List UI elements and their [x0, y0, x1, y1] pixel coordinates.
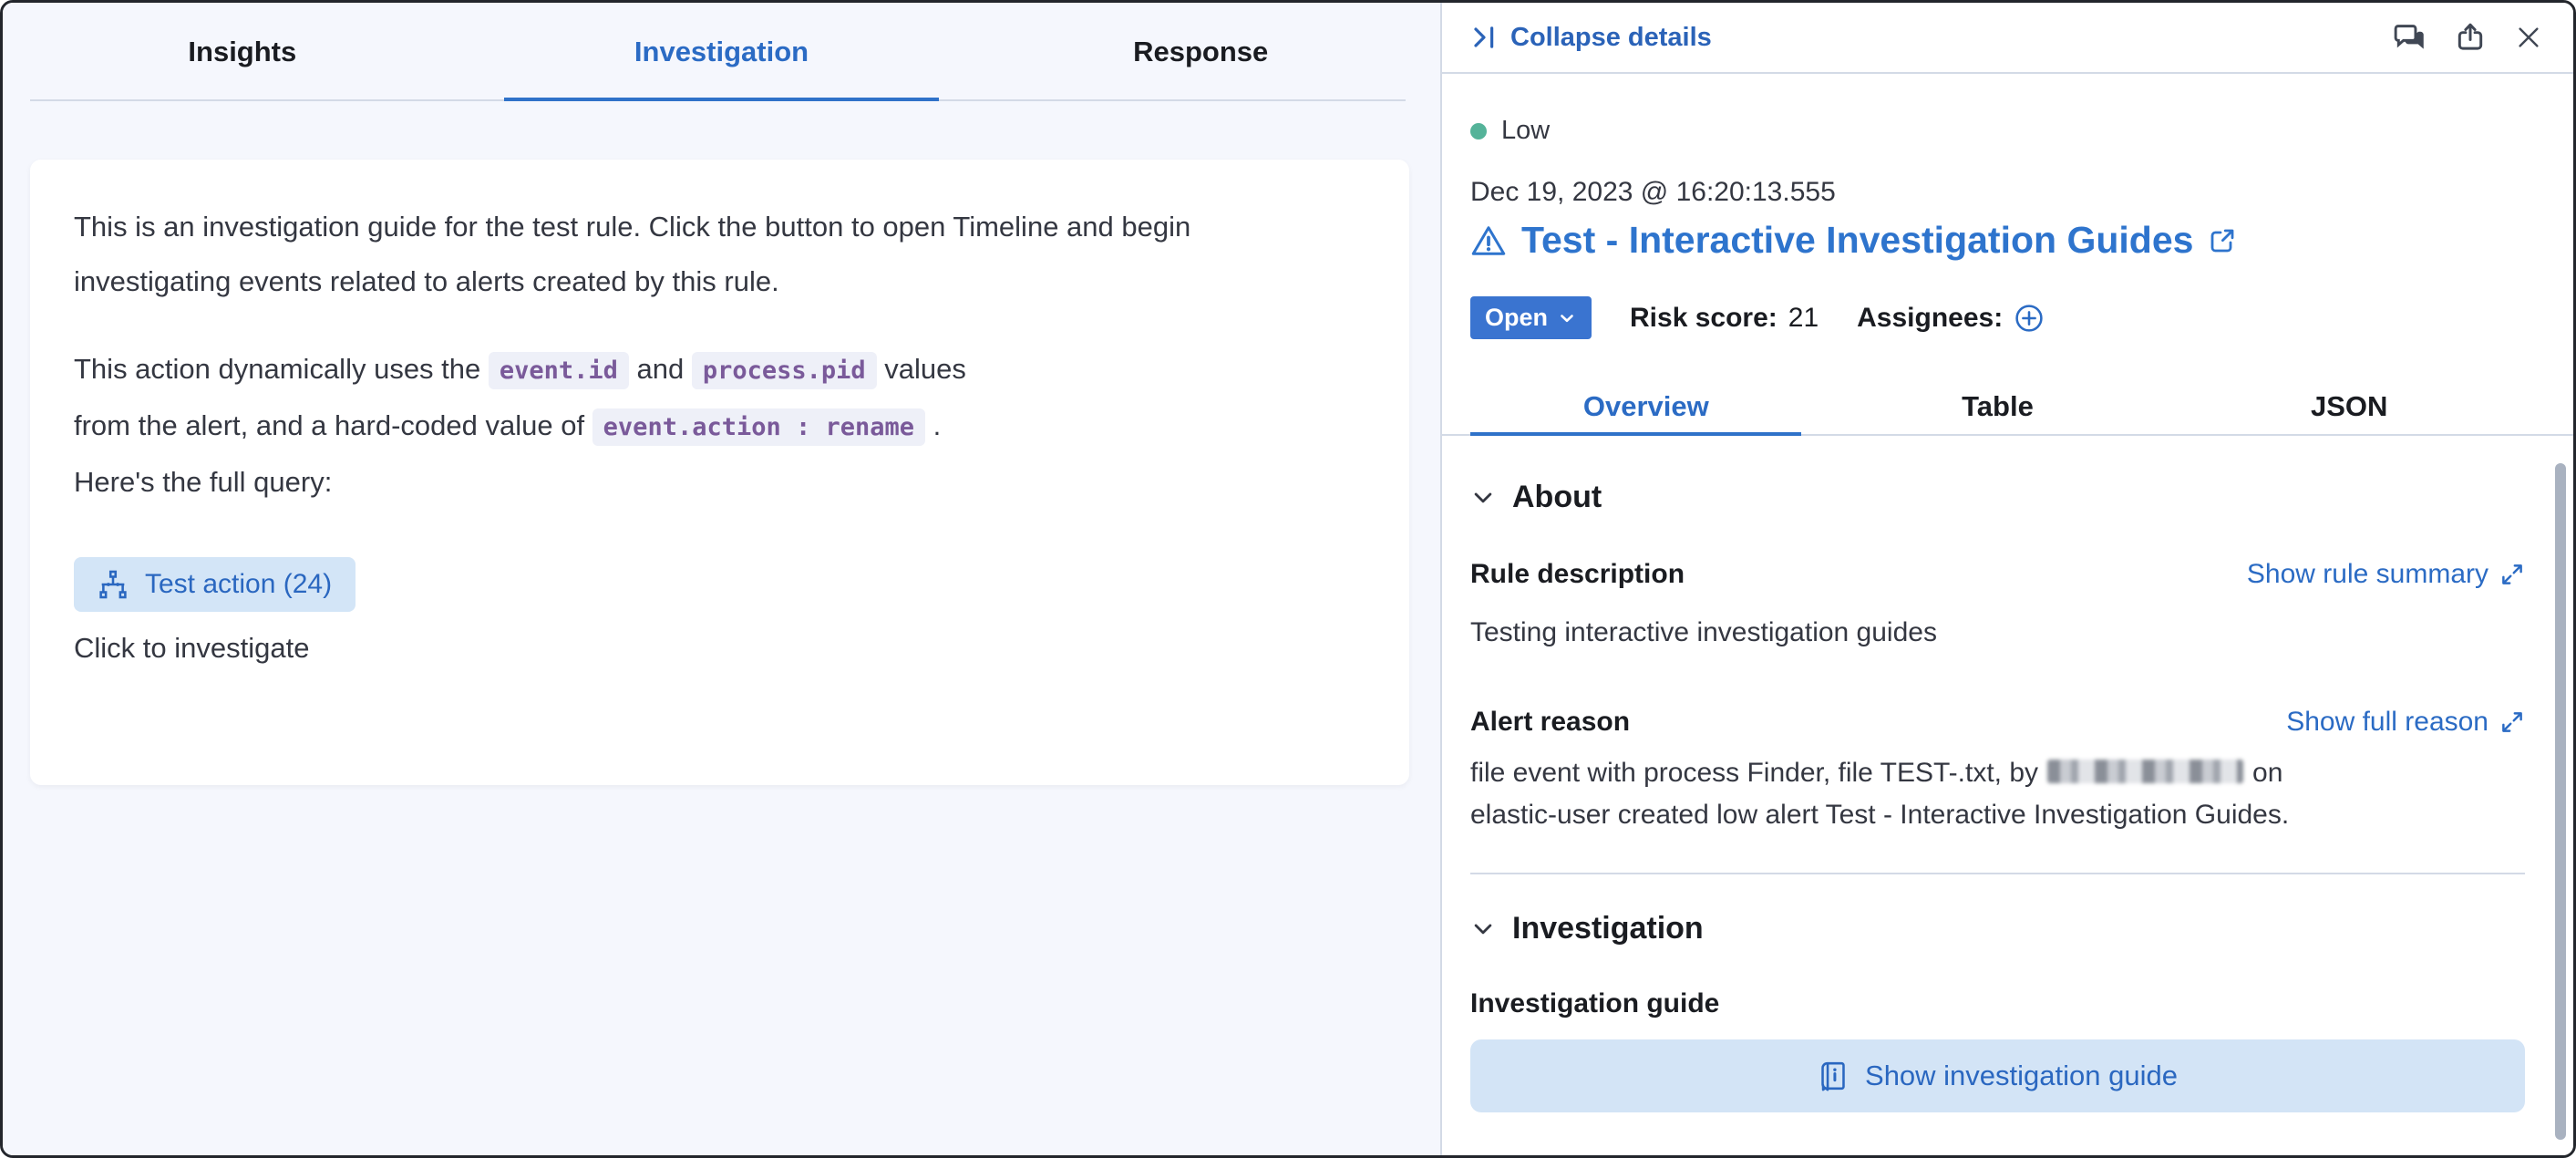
warning-triangle-icon [1470, 222, 1507, 259]
redacted-username [2047, 760, 2243, 783]
collapse-details-label: Collapse details [1510, 23, 1712, 53]
tab-overview[interactable]: Overview [1470, 379, 1822, 434]
show-full-reason-link[interactable]: Show full reason [2286, 707, 2525, 738]
alert-details-panel: Collapse details [1440, 3, 2573, 1155]
collapse-details-button[interactable]: Collapse details [1470, 23, 1712, 53]
guide-text: . [925, 409, 941, 441]
section-divider [1470, 873, 2525, 874]
guide-paragraph-1: This is an investigation guide for the t… [74, 200, 1250, 309]
show-investigation-guide-label: Show investigation guide [1865, 1060, 2178, 1092]
about-heading: About [1512, 480, 1602, 515]
active-tab-underline [1470, 432, 1801, 436]
risk-score: Risk score: 21 [1630, 303, 1819, 334]
chevron-down-icon [1470, 485, 1496, 511]
alert-title: Test - Interactive Investigation Guides [1521, 219, 2193, 262]
rule-description-value: Testing interactive investigation guides [1470, 617, 2525, 648]
details-tabbar: Overview Table JSON [1442, 379, 2573, 436]
guide-text: Here's the full query: [74, 466, 332, 498]
status-row: Open Risk score: 21 Assignees: [1470, 296, 2525, 339]
severity-dot-icon [1470, 123, 1487, 140]
guide-text: This action dynamically uses the [74, 353, 489, 385]
tab-response[interactable]: Response [961, 3, 1440, 101]
severity-row: Low [1470, 116, 2525, 146]
investigation-accordion-toggle[interactable]: Investigation [1470, 911, 2525, 946]
alert-timestamp: Dec 19, 2023 @ 16:20:13.555 [1470, 177, 2525, 208]
guide-text: from the alert, and a hard-coded value o… [74, 409, 592, 441]
inline-code-process-pid: process.pid [692, 352, 877, 389]
inline-code-event-id: event.id [489, 352, 629, 389]
details-header: Collapse details [1442, 3, 2573, 74]
risk-score-value: 21 [1788, 303, 1819, 334]
investigation-section: Investigation Investigation guide Show [1470, 911, 2525, 1112]
tab-json[interactable]: JSON [2173, 379, 2525, 434]
show-rule-summary-label: Show rule summary [2247, 559, 2488, 590]
alert-title-row: Test - Interactive Investigation Guides [1470, 219, 2525, 262]
tab-insights[interactable]: Insights [3, 3, 482, 101]
chevron-down-icon [1557, 308, 1577, 328]
click-to-investigate-caption: Click to investigate [74, 632, 1365, 665]
status-badge[interactable]: Open [1470, 296, 1592, 339]
share-icon[interactable] [2455, 22, 2486, 53]
investigation-guide-label: Investigation guide [1470, 988, 2525, 1019]
about-accordion-toggle[interactable]: About [1470, 480, 2525, 515]
expand-icon [2499, 709, 2525, 735]
investigation-heading: Investigation [1512, 911, 1704, 946]
reason-text-part: file event with process Finder, file TES… [1470, 758, 2038, 788]
show-rule-summary-link[interactable]: Show rule summary [2247, 559, 2525, 590]
about-section: About Rule description Show rule summary [1470, 480, 2525, 874]
comments-icon[interactable] [2393, 21, 2426, 54]
rule-description-label: Rule description [1470, 559, 1685, 590]
documentation-icon [1818, 1060, 1849, 1091]
alert-reason-text: file event with process Finder, file TES… [1470, 752, 2525, 836]
reason-text-part: on [2252, 758, 2282, 788]
scrollbar-thumb[interactable] [2555, 463, 2566, 1140]
status-label: Open [1485, 304, 1548, 332]
assignees-label: Assignees: [1857, 303, 2003, 334]
chevron-down-icon [1470, 916, 1496, 942]
test-action-label: Test action (24) [145, 569, 332, 600]
test-action-button[interactable]: Test action (24) [74, 557, 355, 612]
collapse-panel-icon [1470, 24, 1498, 51]
reason-text-part: elastic-user created low alert Test - In… [1470, 800, 2289, 830]
alert-flyout-window: Insights Investigation Response This is … [0, 0, 2576, 1158]
rule-guide-panel: Insights Investigation Response This is … [3, 3, 1440, 1155]
external-link-icon[interactable] [2208, 226, 2237, 255]
expand-icon [2499, 562, 2525, 587]
inline-code-event-action: event.action : rename [592, 408, 925, 446]
severity-label: Low [1501, 116, 1550, 146]
alert-reason-label: Alert reason [1470, 707, 1630, 738]
tab-investigation[interactable]: Investigation [482, 3, 962, 101]
left-tabbar: Insights Investigation Response [3, 3, 1440, 101]
guide-text: and [629, 353, 692, 385]
investigation-guide-card: This is an investigation guide for the t… [30, 160, 1409, 785]
guide-paragraph-2: This action dynamically uses the event.i… [74, 342, 1250, 510]
tab-table[interactable]: Table [1822, 379, 2174, 434]
show-full-reason-label: Show full reason [2286, 707, 2488, 738]
show-investigation-guide-button[interactable]: Show investigation guide [1470, 1039, 2525, 1112]
timeline-icon [98, 569, 129, 600]
close-icon[interactable] [2515, 24, 2542, 51]
risk-score-label: Risk score: [1630, 303, 1777, 334]
assignees: Assignees: [1857, 303, 2045, 334]
add-assignee-icon[interactable] [2014, 303, 2045, 334]
guide-text: values [877, 353, 966, 385]
